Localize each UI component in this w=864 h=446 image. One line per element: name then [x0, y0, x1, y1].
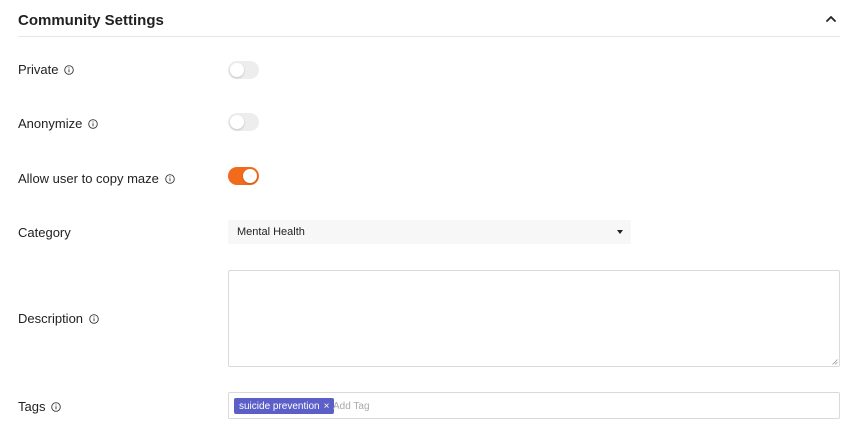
tags-label: Tags — [18, 399, 46, 414]
anonymize-label-row: Anonymize — [18, 116, 99, 131]
info-circle-icon[interactable] — [165, 173, 175, 184]
section-title: Community Settings — [18, 12, 164, 29]
info-circle-icon[interactable] — [89, 313, 99, 324]
category-select[interactable]: Mental Health — [228, 220, 631, 244]
tag-chip[interactable]: suicide prevention × — [234, 398, 335, 414]
description-label: Description — [18, 311, 84, 326]
category-selected-value: Mental Health — [237, 226, 305, 238]
anonymize-toggle[interactable] — [228, 113, 259, 131]
allow-copy-label: Allow user to copy maze — [18, 171, 159, 186]
resize-grip-icon[interactable] — [832, 359, 838, 365]
private-toggle[interactable] — [228, 61, 259, 79]
info-circle-icon[interactable] — [51, 401, 62, 412]
private-label-row: Private — [18, 62, 75, 77]
close-icon[interactable]: × — [324, 401, 330, 412]
caret-down-icon — [617, 230, 623, 234]
info-circle-icon[interactable] — [64, 64, 75, 75]
toggle-knob — [230, 63, 244, 77]
allow-copy-toggle[interactable] — [228, 167, 259, 185]
info-circle-icon[interactable] — [88, 118, 99, 129]
section-header[interactable]: Community Settings — [18, 0, 840, 37]
anonymize-label: Anonymize — [18, 116, 83, 131]
toggle-knob — [230, 115, 244, 129]
category-label: Category — [18, 225, 71, 240]
add-tag-input[interactable] — [333, 398, 533, 414]
private-label: Private — [18, 62, 59, 77]
chevron-up-icon[interactable] — [826, 14, 836, 24]
tags-label-row: Tags — [18, 399, 62, 414]
category-label-row: Category — [18, 225, 71, 240]
allow-copy-label-row: Allow user to copy maze — [18, 171, 175, 186]
toggle-knob — [243, 169, 257, 183]
description-label-row: Description — [18, 311, 99, 326]
description-textarea[interactable] — [228, 270, 840, 367]
tag-chip-label: suicide prevention — [239, 400, 320, 412]
tags-input-box[interactable]: suicide prevention × — [228, 392, 840, 419]
